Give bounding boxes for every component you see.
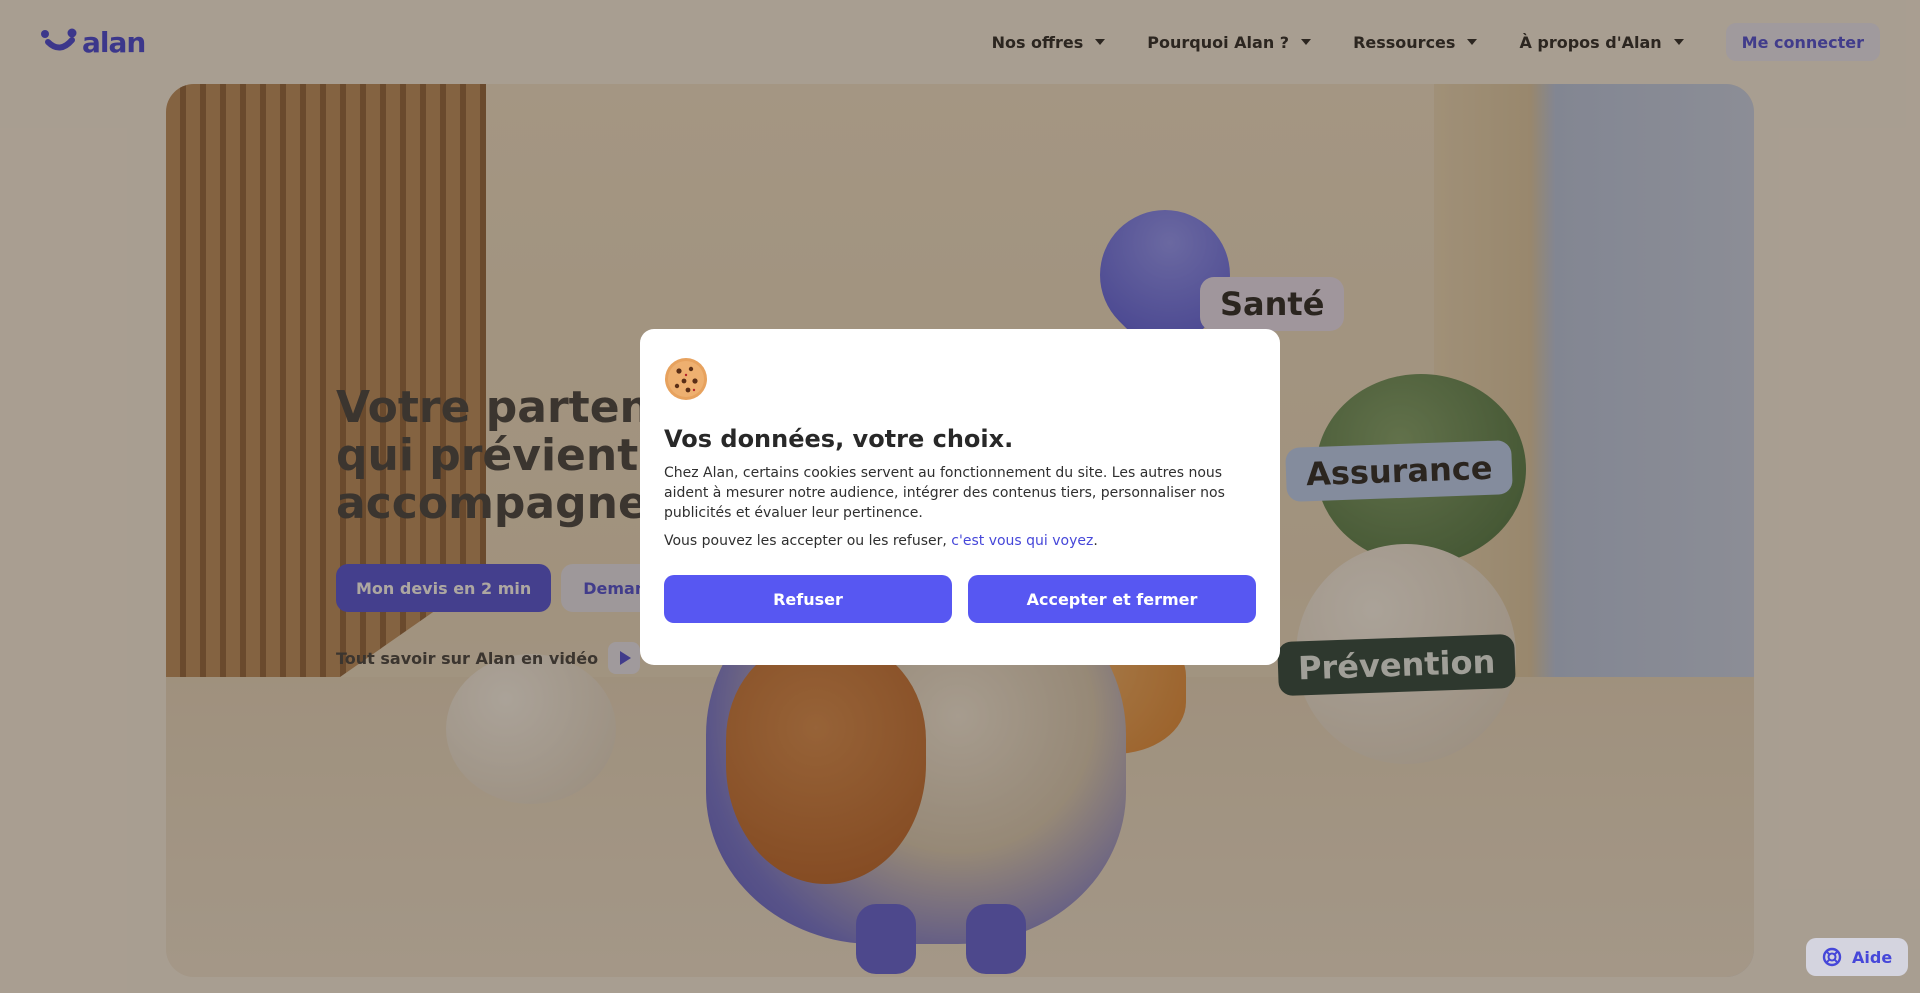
modal-actions: Refuser Accepter et fermer — [664, 575, 1256, 623]
cookie-policy-link[interactable]: c'est vous qui voyez — [951, 533, 1093, 549]
modal-choice-suffix: . — [1093, 533, 1098, 549]
cookie-consent-modal: Vos données, votre choix. Chez Alan, cer… — [640, 329, 1280, 665]
help-button[interactable]: Aide — [1806, 938, 1909, 976]
refuse-button[interactable]: Refuser — [664, 575, 952, 623]
modal-body-choice: Vous pouvez les accepter ou les refuser,… — [664, 531, 1256, 551]
modal-title: Vos données, votre choix. — [664, 425, 1014, 453]
accept-and-close-button[interactable]: Accepter et fermer — [968, 575, 1256, 623]
modal-body-text: Chez Alan, certains cookies servent au f… — [664, 465, 1225, 521]
modal-choice-text: Vous pouvez les accepter ou les refuser, — [664, 533, 952, 549]
cookie-icon — [665, 358, 707, 400]
help-label: Aide — [1852, 947, 1893, 967]
lifebuoy-icon — [1822, 947, 1842, 967]
